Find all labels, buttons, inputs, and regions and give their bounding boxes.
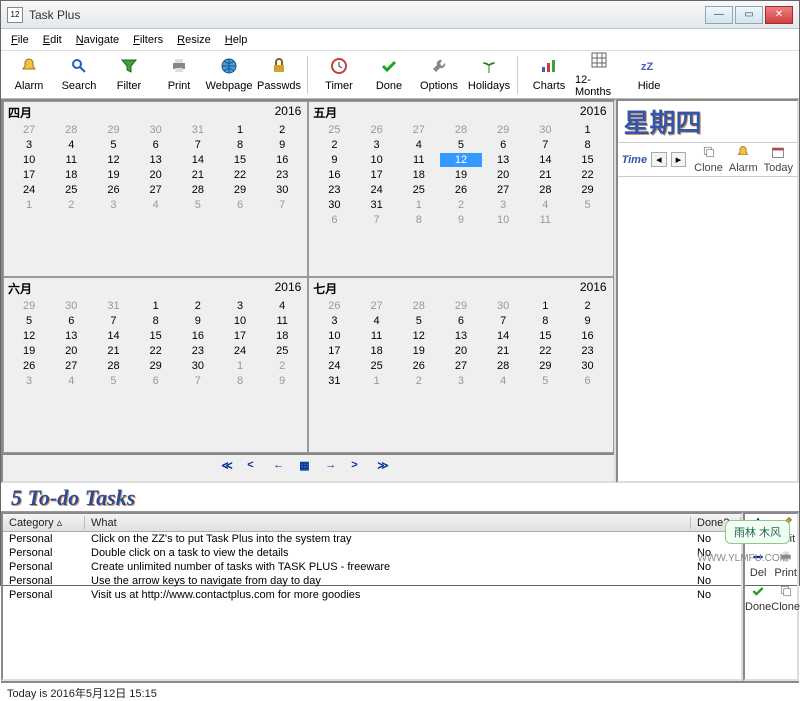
month-四月: 四月20162728293031123456789101112131415161…: [3, 101, 308, 277]
minimize-button[interactable]: —: [705, 6, 733, 24]
toolbar: AlarmSearchFilterPrintWebpagePasswds Time…: [1, 51, 799, 99]
nav-next-icon[interactable]: >: [351, 459, 369, 477]
day-header: 星期四: [618, 101, 797, 142]
filter-icon: [120, 57, 138, 78]
menu-filters[interactable]: Filters: [133, 34, 163, 46]
col-what[interactable]: What: [85, 517, 691, 529]
menu-help[interactable]: Help: [225, 34, 248, 46]
nav-prev-icon[interactable]: <: [247, 459, 265, 477]
chart-icon: [540, 57, 558, 78]
day-panel: 星期四 Time ◂ ▸ CloneAlarmToday: [616, 99, 799, 483]
month-七月: 七月20162627282930123456789101112131415161…: [308, 277, 613, 453]
check-icon: [380, 57, 398, 78]
clone-icon: [702, 145, 716, 162]
nav-first-icon[interactable]: ≪: [221, 459, 239, 477]
menu-edit[interactable]: Edit: [43, 34, 62, 46]
zz-icon: zZ: [640, 57, 658, 78]
time-label: Time: [622, 154, 647, 166]
maximize-button[interactable]: ▭: [735, 6, 763, 24]
nav-fwd-arrow-icon[interactable]: →: [325, 459, 343, 477]
cal-icon: [771, 145, 785, 162]
menubar: File Edit Navigate Filters Resize Help: [1, 29, 799, 51]
menu-file[interactable]: File: [11, 34, 29, 46]
daytool-clone[interactable]: Clone: [694, 145, 723, 174]
tool-12-months[interactable]: 12-Months: [575, 51, 623, 98]
daytool-alarm[interactable]: Alarm: [729, 145, 758, 174]
todo-header: 5 To-do Tasks: [1, 483, 799, 511]
lock-icon: [270, 57, 288, 78]
sidetool-done[interactable]: Done: [745, 584, 771, 618]
tool-charts[interactable]: Charts: [525, 57, 573, 92]
month-五月: 五月20162526272829301234567891011121314151…: [308, 101, 613, 277]
tool-timer[interactable]: Timer: [315, 57, 363, 92]
calendar-nav: ≪ < ← ▦ → > ≫: [3, 453, 614, 481]
table-row[interactable]: PersonalClick on the ZZ's to put Task Pl…: [3, 532, 741, 546]
close-button[interactable]: ✕: [765, 6, 793, 24]
tool-filter[interactable]: Filter: [105, 57, 153, 92]
time-prev-button[interactable]: ◂: [651, 152, 667, 167]
tool-passwds[interactable]: Passwds: [255, 57, 303, 92]
nav-back-arrow-icon[interactable]: ←: [273, 459, 291, 477]
check-icon: [751, 584, 765, 601]
tool-holidays[interactable]: Holidays: [465, 57, 513, 92]
sidetool-clone[interactable]: Clone: [771, 584, 800, 618]
app-icon: 12: [7, 7, 23, 23]
titlebar: 12 Task Plus — ▭ ✕: [1, 1, 799, 29]
task-table: Category ▵ What Done? PersonalClick on t…: [1, 512, 743, 681]
tool-webpage[interactable]: Webpage: [205, 57, 253, 92]
menu-navigate[interactable]: Navigate: [76, 34, 119, 46]
time-next-button[interactable]: ▸: [671, 152, 687, 167]
clone-icon: [779, 584, 793, 601]
search-icon: [70, 57, 88, 78]
bell-icon: [20, 57, 38, 78]
wrench-icon: [430, 57, 448, 78]
tool-search[interactable]: Search: [55, 57, 103, 92]
menu-resize[interactable]: Resize: [177, 34, 211, 46]
table-row[interactable]: PersonalCreate unlimited number of tasks…: [3, 560, 741, 574]
day-body: [618, 177, 797, 481]
printer-icon: [170, 57, 188, 78]
tool-done[interactable]: Done: [365, 57, 413, 92]
table-row[interactable]: PersonalDouble click on a task to view t…: [3, 546, 741, 560]
watermark-url: WWW.YLMFU.COM: [697, 553, 788, 564]
tool-options[interactable]: Options: [415, 57, 463, 92]
nav-last-icon[interactable]: ≫: [377, 459, 395, 477]
month-六月: 六月20162930311234567891011121314151617181…: [3, 277, 308, 453]
daytool-today[interactable]: Today: [764, 145, 793, 174]
status-bar: Today is 2016年5月12日 15:15: [1, 681, 799, 701]
nav-calendar-icon[interactable]: ▦: [299, 459, 317, 477]
clock-icon: [330, 57, 348, 78]
watermark-box: 雨林 木风: [725, 520, 790, 544]
globe-icon: [220, 57, 238, 78]
table-row[interactable]: PersonalVisit us at http://www.contactpl…: [3, 588, 741, 602]
col-category[interactable]: Category ▵: [3, 516, 85, 529]
tool-alarm[interactable]: Alarm: [5, 57, 53, 92]
tool-print[interactable]: Print: [155, 57, 203, 92]
palm-icon: [480, 57, 498, 78]
tool-hide[interactable]: zZHide: [625, 57, 673, 92]
grid-icon: [590, 51, 608, 72]
bell-icon: [736, 145, 750, 162]
svg-text:zZ: zZ: [641, 61, 654, 73]
window-title: Task Plus: [29, 8, 705, 22]
four-month-panel: 四月20162728293031123456789101112131415161…: [1, 99, 616, 483]
